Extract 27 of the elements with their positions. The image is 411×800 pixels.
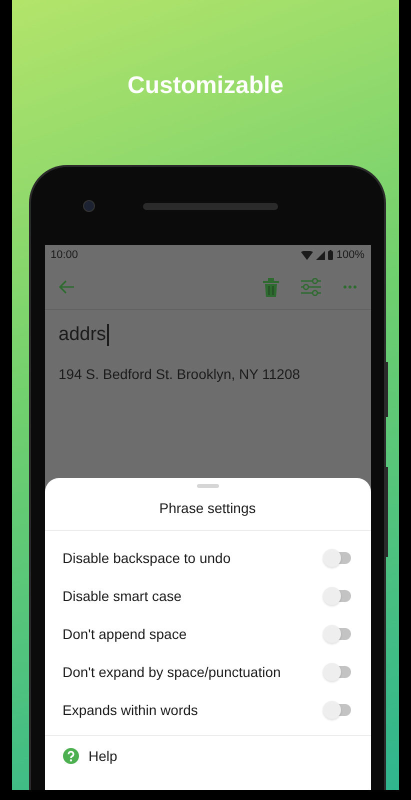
phrase-text[interactable]: 194 S. Bedford St. Brooklyn, NY 11208 [58,366,356,382]
battery-level: 100% [336,249,364,261]
option-label: Don't append space [62,626,187,642]
help-link[interactable]: Help [88,748,118,764]
sheet-title: Phrase settings [44,488,370,531]
signal-icon [316,250,326,260]
option-label: Don't expand by space/punctuation [62,664,281,680]
option-label: Disable smart case [62,588,182,604]
toggle-switch[interactable] [324,552,350,564]
battery-icon [328,250,334,260]
option-label: Expands within words [62,702,198,718]
more-icon[interactable] [342,285,356,289]
abbreviation-field[interactable]: addrs [58,324,109,346]
toggle-switch[interactable] [324,666,350,678]
trash-icon[interactable] [262,278,278,296]
headline: Customizable [127,72,284,101]
camera-icon [83,200,95,212]
status-time: 10:00 [50,249,78,261]
wifi-icon [301,250,314,260]
help-icon [62,748,78,764]
sliders-icon[interactable] [300,278,320,296]
back-icon[interactable] [58,280,74,294]
drag-handle[interactable] [196,484,218,488]
toggle-switch[interactable] [324,704,350,716]
option-label: Disable backspace to undo [62,550,231,566]
toggle-switch[interactable] [324,628,350,640]
toggle-switch[interactable] [324,590,350,602]
